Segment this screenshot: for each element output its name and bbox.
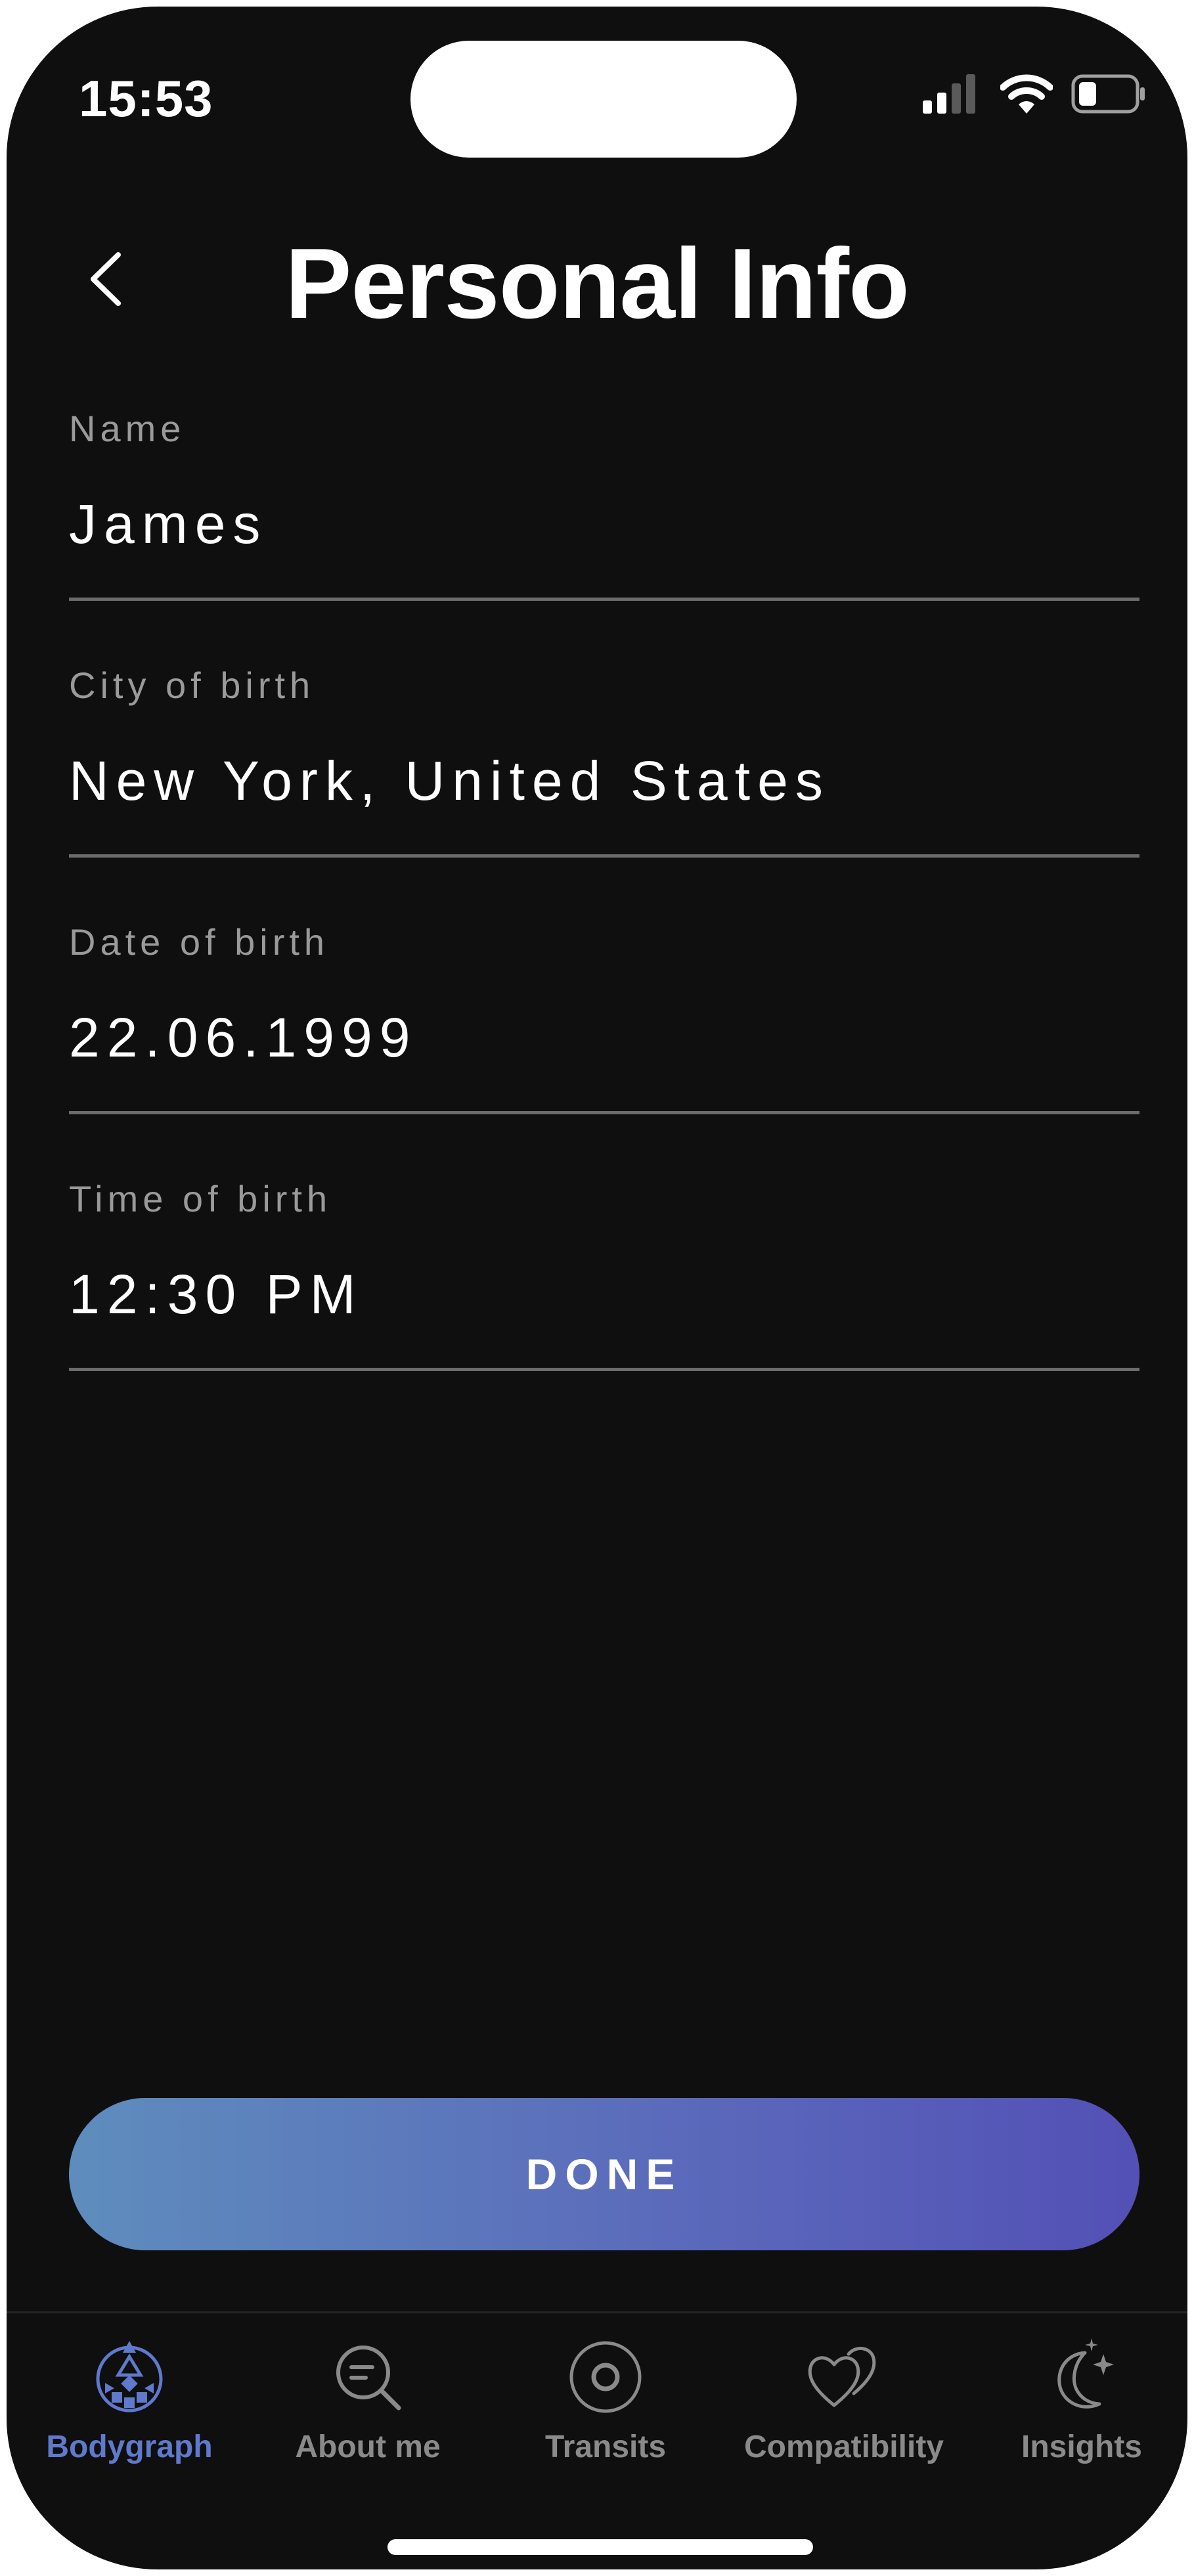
phone-screen: 15:53 Personal Info Name James City of b… xyxy=(7,7,1187,2569)
wifi-icon xyxy=(1000,73,1053,118)
page-title: Personal Info xyxy=(285,228,910,339)
dynamic-island xyxy=(410,41,797,158)
target-icon xyxy=(569,2341,642,2413)
date-of-birth-input[interactable]: 22.06.1999 xyxy=(69,1006,417,1070)
name-input[interactable]: James xyxy=(69,492,267,556)
field-label: City of birth xyxy=(69,665,315,706)
field-underline xyxy=(69,854,1139,858)
tab-compatibility[interactable]: Compatibility xyxy=(736,2334,952,2472)
tab-label: Transits xyxy=(544,2430,667,2464)
tab-label: Insights xyxy=(1021,2430,1142,2464)
tab-label: Compatibility xyxy=(743,2430,944,2464)
tab-label: About me xyxy=(295,2430,441,2464)
tab-bodygraph[interactable]: Bodygraph xyxy=(21,2334,238,2472)
time-of-birth-input[interactable]: 12:30 PM xyxy=(69,1263,363,1326)
search-icon xyxy=(336,2346,401,2411)
tab-transits[interactable]: Transits xyxy=(497,2334,714,2472)
field-label: Date of birth xyxy=(69,921,330,963)
field-underline xyxy=(69,1368,1139,1371)
moon-stars-icon xyxy=(1057,2338,1114,2409)
field-underline xyxy=(69,1111,1139,1114)
status-time: 15:53 xyxy=(79,70,213,127)
field-label: Name xyxy=(69,408,186,449)
done-button[interactable]: DONE xyxy=(69,2098,1139,2250)
field-label: Time of birth xyxy=(69,1178,332,1219)
battery-icon xyxy=(1071,74,1147,117)
tab-label: Bodygraph xyxy=(46,2430,213,2464)
bodygraph-icon xyxy=(96,2341,163,2412)
tab-bar-divider xyxy=(7,2311,1187,2313)
tab-insights[interactable]: Insights xyxy=(973,2334,1187,2472)
status-icons xyxy=(923,72,1147,118)
hearts-icon xyxy=(808,2347,876,2407)
tab-about-me[interactable]: About me xyxy=(259,2334,476,2472)
home-indicator[interactable] xyxy=(387,2539,813,2555)
field-underline xyxy=(69,598,1139,601)
cellular-signal-icon xyxy=(923,74,982,117)
city-of-birth-input[interactable]: New York, United States xyxy=(69,749,830,813)
